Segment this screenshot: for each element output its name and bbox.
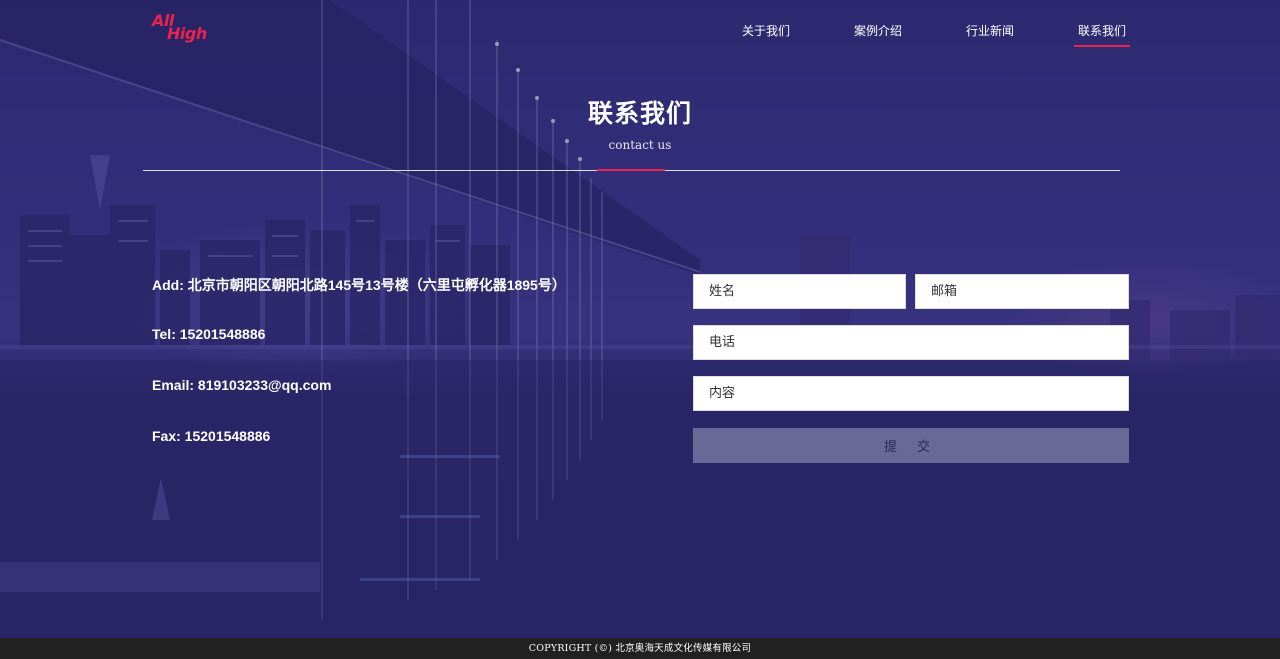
email-field[interactable] <box>915 274 1129 309</box>
nav-item-contact[interactable]: 联系我们 <box>1073 22 1131 47</box>
contact-address: Add: 北京市朝阳区朝阳北路145号13号楼（六里屯孵化器1895号） <box>152 277 566 293</box>
nav-item-cases[interactable]: 案例介绍 <box>854 22 902 46</box>
nav-item-about[interactable]: 关于我们 <box>742 22 790 46</box>
nav-item-news[interactable]: 行业新闻 <box>966 22 1014 46</box>
footer-copyright: COPYRIGHT (©) 北京奥海天成文化传媒有限公司 <box>0 638 1280 659</box>
page-subtitle: contact us <box>608 138 672 152</box>
top-nav: 关于我们 案例介绍 行业新闻 联系我们 <box>0 22 1280 47</box>
contact-tel: Tel: 15201548886 <box>152 326 266 342</box>
submit-button[interactable]: 提 交 <box>693 428 1129 463</box>
name-field[interactable] <box>693 274 906 309</box>
section-divider-accent <box>597 169 665 171</box>
phone-field[interactable] <box>693 325 1129 360</box>
contact-fax: Fax: 15201548886 <box>152 428 271 444</box>
content-field[interactable] <box>693 376 1129 411</box>
contact-email: Email: 819103233@qq.com <box>152 377 332 393</box>
page-title: 联系我们 <box>587 99 692 128</box>
